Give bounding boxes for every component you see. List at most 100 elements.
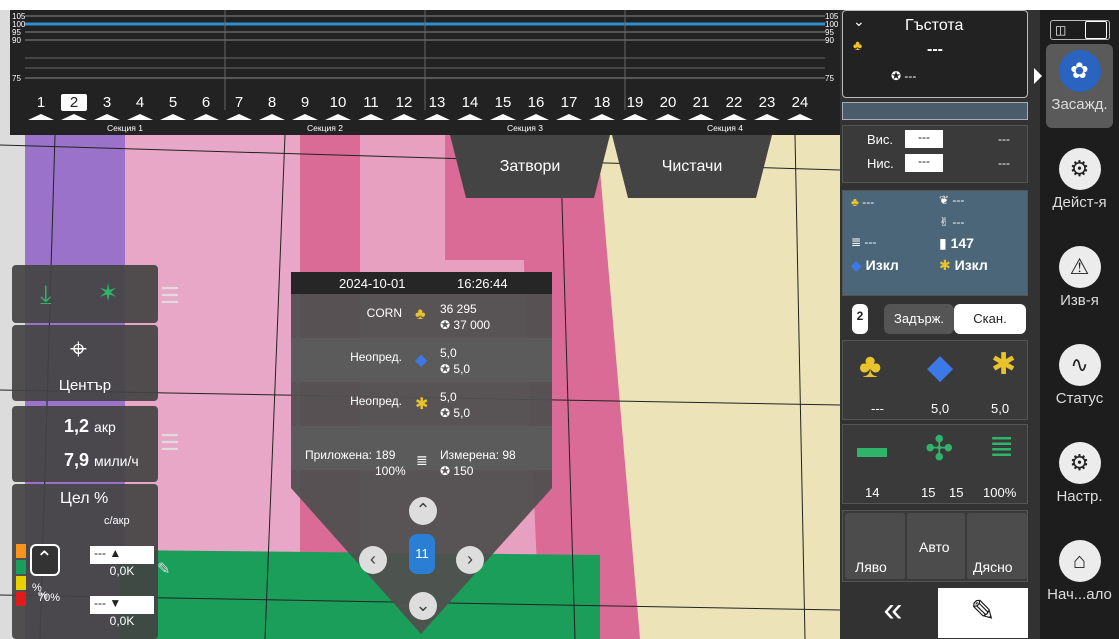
popup-row-sub: ✪ 5,0 [440, 406, 471, 420]
popup-time: 16:26:44 [457, 276, 508, 291]
fan-value-1: 15 [921, 485, 936, 500]
scale-right-90: 90 [825, 36, 834, 45]
section-number[interactable]: 21 [688, 94, 714, 111]
area-readout: 1,2 акр [64, 416, 116, 437]
section-number[interactable]: 3 [94, 94, 120, 111]
settings-icon: ⚙ [1058, 442, 1101, 484]
double-icon: ✌ [939, 215, 950, 229]
center-button[interactable]: ⌖ Център [12, 325, 158, 401]
popup-row-sub-value: 37 000 [453, 318, 491, 332]
blank-bar [842, 102, 1028, 120]
spring-large-icon: ≣ [989, 430, 1015, 463]
section-number[interactable]: 20 [655, 94, 681, 111]
chevron-down-icon[interactable]: ⌄ [853, 13, 865, 30]
pan-up-button[interactable]: ⌃ [409, 497, 437, 525]
section-number[interactable]: 17 [556, 94, 582, 111]
rail-item-1[interactable]: ⚙ Дейст-я [1040, 148, 1119, 211]
satellite-icon[interactable]: ✶ [98, 279, 118, 308]
section-number[interactable]: 18 [589, 94, 615, 111]
upper-triangle-icon: ▲ [109, 546, 122, 560]
section-number[interactable]: 8 [259, 94, 285, 111]
section-group-3: Секция 3 [507, 123, 543, 133]
section-number[interactable]: 6 [193, 94, 219, 111]
popup-row-label: Неопред. [350, 350, 402, 364]
water-drop-icon: ◆ [851, 257, 862, 273]
popup-row-label: Неопред. [350, 394, 402, 408]
rail-item-label: Дейст-я [1052, 194, 1107, 211]
section-number[interactable]: 11 [358, 94, 384, 111]
target-unit: с/акр [104, 515, 130, 527]
scan-button[interactable]: Скан. [954, 304, 1026, 334]
shutters-tab[interactable]: Затвори [450, 135, 610, 198]
legend-red [16, 592, 26, 606]
single-view-icon [1085, 21, 1107, 39]
grid-a-value: --- [862, 195, 875, 209]
view-toggle[interactable]: ◫ [1050, 20, 1110, 40]
section-number[interactable]: 15 [490, 94, 516, 111]
popup-row-value: 5,0 [440, 346, 457, 360]
section-number[interactable]: 24 [787, 94, 813, 111]
double-chevron-left-icon[interactable]: « [848, 588, 938, 636]
section-number[interactable]: 10 [325, 94, 351, 111]
edit-pen-icon[interactable]: ✎ [157, 559, 170, 579]
section-number[interactable]: 23 [754, 94, 780, 111]
auto-button[interactable]: Авто [907, 513, 965, 579]
alerts-icon: ⚠ [1058, 246, 1101, 288]
download-icon[interactable]: ⤓ [40, 279, 52, 311]
measured-sub-value: 150 [453, 464, 474, 478]
rail-item-2[interactable]: ⚠ Изв-я [1040, 246, 1119, 309]
section-number[interactable]: 12 [391, 94, 417, 111]
section-number[interactable]: 22 [721, 94, 747, 111]
steering-box: Ляво Авто Дясно [842, 510, 1028, 582]
target-lower-box[interactable]: --- ▼ [90, 596, 154, 614]
section-number[interactable]: 19 [622, 94, 648, 111]
tractor-icon[interactable]: 11 [409, 534, 435, 574]
insect-icon: ✱ [415, 396, 429, 413]
insect-large-icon: ✱ [991, 348, 1017, 381]
rail-item-5[interactable]: ⌂ Нач...ало [1040, 540, 1119, 603]
menu-icon[interactable]: ☰ [160, 430, 180, 456]
rail-item-3[interactable]: ∿ Статус [1040, 344, 1119, 407]
sections-bar: 105 100 95 90 75 105 100 95 90 75 123456… [10, 10, 840, 135]
popup-row: CORN ♣ 36 295 ✪ 37 000 [291, 298, 552, 342]
cleaners-tab[interactable]: Чистачи [612, 135, 772, 198]
left-button[interactable]: Ляво [845, 513, 905, 579]
section-number[interactable]: 14 [457, 94, 483, 111]
pan-down-button[interactable]: ⌄ [409, 592, 437, 620]
legend-pct-3: 70% [38, 592, 61, 604]
target-upper-box[interactable]: --- ▲ [90, 546, 154, 564]
grid-c: ✌ --- [939, 215, 964, 229]
split-view-icon: ◫ [1055, 23, 1067, 37]
sensor-grid: ♣ --- ❦ --- ✌ --- ≣ --- ▮ 147 ◆ Изкл ✱ И… [842, 190, 1028, 296]
rail-item-0[interactable]: ✿ Засажд. [1040, 50, 1119, 113]
edit-button[interactable]: ✎ [938, 588, 1028, 638]
section-number[interactable]: 1 [28, 94, 54, 111]
high-box[interactable]: --- [905, 130, 943, 148]
pan-left-button[interactable]: ‹ [359, 546, 387, 574]
right-button[interactable]: Дясно [967, 513, 1027, 579]
target-upper-value: --- [94, 546, 106, 560]
hold-button[interactable]: Задърж. [884, 304, 954, 334]
status-icon: ∿ [1058, 344, 1101, 386]
rail-item-4[interactable]: ⚙ Настр. [1040, 442, 1119, 505]
section-number[interactable]: 2 [61, 94, 87, 111]
section-number[interactable]: 16 [523, 94, 549, 111]
fan-icon: ✣ [925, 430, 954, 468]
target-lower[interactable]: --- ▼ 0,0K [90, 596, 154, 634]
density-box[interactable]: ⌄ Гъстота ♣ --- ✪ --- [842, 10, 1028, 98]
pan-right-button[interactable]: › [456, 546, 484, 574]
rail-item-label: Настр. [1056, 488, 1103, 505]
menu-icon[interactable]: ☰ [160, 283, 180, 309]
low-box[interactable]: --- [905, 154, 943, 172]
section-number[interactable]: 7 [226, 94, 252, 111]
target-title: Цел % [60, 490, 109, 507]
section-number[interactable]: 4 [127, 94, 153, 111]
section-number[interactable]: 13 [424, 94, 450, 111]
section-number[interactable]: 5 [160, 94, 186, 111]
legend-orange [16, 544, 26, 558]
collapse-up-button[interactable]: ⌃ [30, 544, 60, 576]
popup-row: Неопред. ✱ 5,0 ✪ 5,0 [291, 386, 552, 430]
insect-value: 5,0 [991, 401, 1010, 416]
section-number[interactable]: 9 [292, 94, 318, 111]
target-upper[interactable]: --- ▲ 0,0K [90, 546, 154, 584]
